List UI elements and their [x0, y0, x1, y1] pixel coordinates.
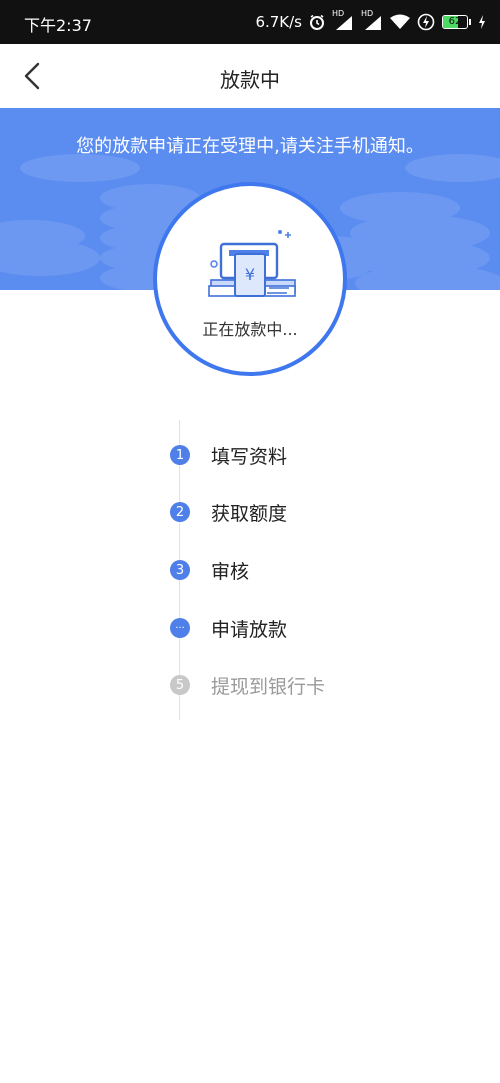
- app-header: 放款中: [0, 44, 500, 108]
- step-marker: 1: [170, 445, 190, 465]
- step-2: 2 获取额度: [170, 500, 288, 525]
- step-label: 提现到银行卡: [211, 675, 326, 698]
- power-saver-icon: [417, 13, 435, 31]
- progress-steps: 1 填写资料 2 获取额度 3 审核 ··· 申请放款 5 提现到银行卡: [0, 420, 500, 730]
- battery-level: 62: [448, 16, 462, 27]
- status-circle: ¥ 正在放款中...: [153, 182, 347, 376]
- page-title: 放款中: [220, 68, 280, 92]
- status-time: 下午2:37: [24, 16, 92, 35]
- step-marker: 5: [170, 675, 190, 695]
- status-label: 正在放款中...: [202, 320, 298, 339]
- step-marker: 3: [170, 560, 190, 580]
- atm-cash-icon: ¥: [208, 230, 296, 297]
- step-3: 3 审核: [170, 558, 250, 583]
- status-icons: 6.7K/s HD HD 62: [255, 9, 486, 34]
- step-marker: 2: [170, 502, 190, 522]
- step-5-pending: 5 提现到银行卡: [170, 673, 326, 698]
- network-speed: 6.7K/s: [255, 13, 302, 31]
- signal-icon: HD: [361, 9, 383, 31]
- wifi-icon: [390, 14, 410, 29]
- signal-icon: HD: [332, 9, 354, 31]
- step-label: 审核: [211, 560, 250, 583]
- status-bar: 下午2:37 6.7K/s HD HD 62: [0, 0, 500, 44]
- step-1: 1 填写资料: [170, 443, 288, 468]
- alarm-icon: [310, 14, 324, 30]
- battery-icon: 62: [442, 15, 471, 29]
- charging-icon: [479, 15, 485, 29]
- step-4-current: ··· 申请放款: [170, 616, 288, 641]
- svg-text:¥: ¥: [245, 265, 255, 284]
- step-label: 获取额度: [211, 502, 288, 525]
- step-marker-in-progress: ···: [170, 618, 190, 638]
- step-label: 填写资料: [211, 445, 288, 468]
- step-label: 申请放款: [211, 618, 288, 641]
- banner-message: 您的放款申请正在受理中,请关注手机通知。: [76, 136, 424, 157]
